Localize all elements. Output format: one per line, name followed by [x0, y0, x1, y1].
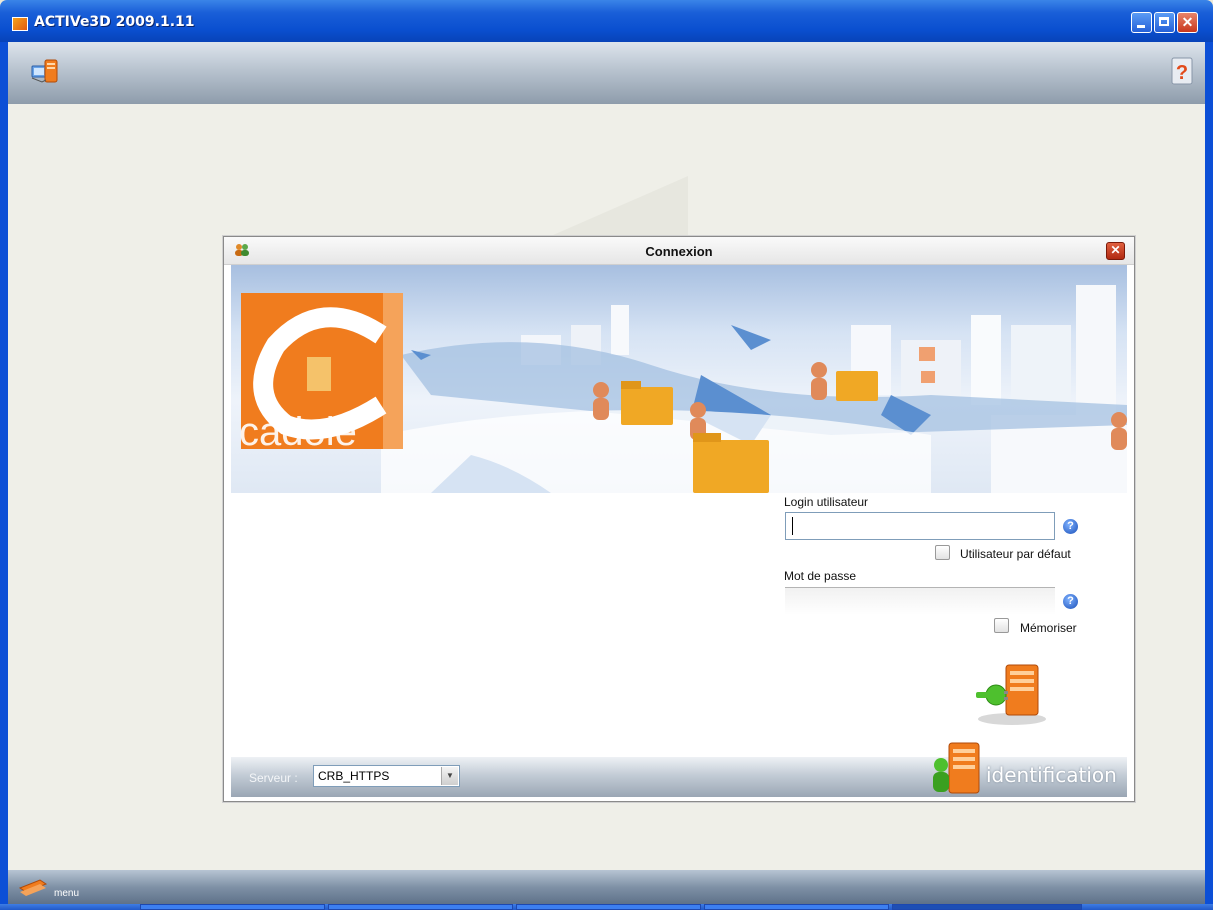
password-input[interactable] — [785, 587, 1055, 615]
app-icon — [12, 17, 28, 31]
svg-text:?: ? — [1176, 62, 1188, 84]
window-titlebar[interactable]: ACTIVe3D 2009.1.11 ✕ — [0, 0, 1213, 42]
os-taskbar — [0, 904, 1213, 910]
help-icon[interactable]: ? — [1168, 56, 1196, 86]
remember-checkbox[interactable] — [994, 618, 1009, 633]
server-select[interactable]: CRB_HTTPS ▼ — [313, 765, 460, 787]
password-help-icon[interactable]: ? — [1063, 594, 1078, 609]
taskbar-item[interactable] — [704, 904, 889, 910]
banner-image: cadole — [231, 265, 1127, 493]
menu-label[interactable]: menu — [54, 888, 79, 899]
minimize-icon — [1132, 13, 1151, 32]
maximize-icon — [1155, 13, 1174, 32]
bottom-bar: menu — [8, 870, 1205, 904]
dialog-title: Connexion — [645, 244, 713, 259]
chevron-down-icon[interactable]: ▼ — [441, 767, 458, 785]
close-icon: ✕ — [1110, 243, 1121, 257]
connexion-dialog: Connexion ✕ cadole Login utilisateur ? U… — [223, 236, 1135, 802]
taskbar-item-active[interactable] — [892, 904, 1082, 910]
login-help-icon[interactable]: ? — [1063, 519, 1078, 534]
cadole-logo-text: cadole — [239, 410, 357, 454]
remember-label[interactable]: Mémoriser — [1020, 621, 1077, 635]
password-label: Mot de passe — [784, 569, 857, 583]
dialog-titlebar[interactable]: Connexion ✕ — [224, 237, 1134, 265]
identification-icon — [931, 739, 983, 795]
default-user-checkbox[interactable] — [935, 545, 950, 560]
minimize-button[interactable] — [1131, 12, 1152, 33]
taskbar-item[interactable] — [140, 904, 325, 910]
window-title: ACTIVe3D 2009.1.11 — [34, 14, 195, 30]
close-window-button[interactable]: ✕ — [1177, 12, 1198, 33]
server-label: Serveur : — [249, 771, 298, 785]
taskbar-item[interactable] — [328, 904, 513, 910]
network-computer-icon[interactable] — [30, 56, 60, 86]
menu-icon[interactable] — [18, 876, 48, 896]
connect-button[interactable] — [972, 657, 1052, 727]
toolbar: ? — [8, 42, 1205, 104]
default-user-label[interactable]: Utilisateur par défaut — [960, 547, 1071, 561]
dialog-footer: Serveur : CRB_HTTPS ▼ identification — [231, 742, 1127, 797]
window-frame-left — [0, 42, 8, 910]
dialog-close-button[interactable]: ✕ — [1106, 242, 1125, 260]
server-value: CRB_HTTPS — [318, 769, 390, 783]
maximize-button[interactable] — [1154, 12, 1175, 33]
close-icon: ✕ — [1181, 14, 1194, 30]
taskbar-item[interactable] — [516, 904, 701, 910]
identification-brand: identification — [986, 763, 1117, 787]
login-input[interactable] — [785, 512, 1055, 540]
plug-server-icon — [976, 664, 1046, 725]
window-frame-right — [1205, 42, 1213, 910]
text-caret — [792, 517, 793, 535]
login-label: Login utilisateur — [784, 495, 869, 509]
